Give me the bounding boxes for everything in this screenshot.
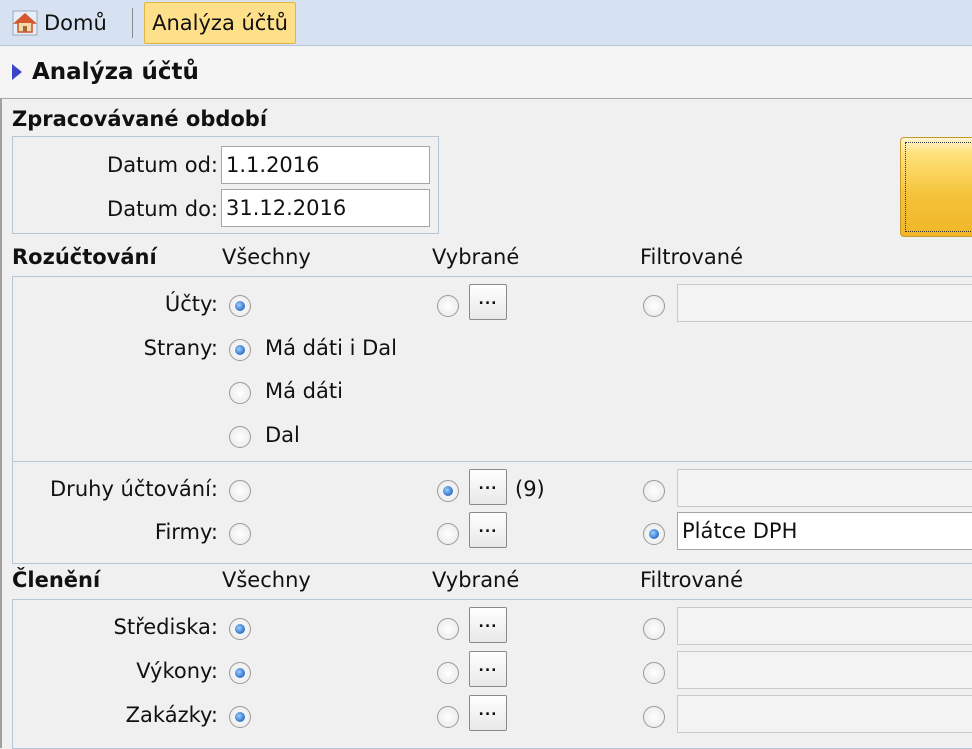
allocation-section-title: Rozúčtování bbox=[12, 245, 157, 269]
date-to-label: Datum do: bbox=[107, 197, 218, 221]
outputs-selected-radio[interactable] bbox=[437, 662, 459, 684]
companies-filter-value: Plátce DPH bbox=[682, 519, 798, 543]
companies-selected-radio[interactable] bbox=[437, 523, 459, 545]
date-from-label: Datum od: bbox=[107, 153, 218, 177]
tab-account-analysis-label: Analýza účtů bbox=[152, 11, 288, 35]
accounts-selected-radio[interactable] bbox=[437, 295, 459, 317]
date-to-input[interactable]: 31.12.2016 bbox=[221, 189, 430, 227]
companies-filter-input[interactable]: Plátce DPH bbox=[677, 512, 972, 550]
orders-all-radio[interactable] bbox=[229, 706, 251, 728]
companies-label: Firmy: bbox=[154, 520, 218, 544]
accounts-filter-input[interactable] bbox=[677, 284, 972, 322]
centers-filter-input[interactable] bbox=[677, 607, 972, 645]
orders-filtered-radio[interactable] bbox=[643, 706, 665, 728]
side-debit-radio[interactable] bbox=[229, 382, 251, 404]
tab-separator bbox=[132, 8, 133, 38]
breakdown-col-filtered: Filtrované bbox=[640, 568, 744, 592]
posting-types-label: Druhy účtování: bbox=[50, 477, 218, 501]
orders-filter-input[interactable] bbox=[677, 695, 972, 733]
side-both-label: Má dáti i Dal bbox=[265, 336, 397, 360]
tab-bar: Domů Analýza účtů bbox=[0, 0, 972, 46]
orders-label: Zakázky: bbox=[125, 703, 218, 727]
centers-select-button[interactable]: ... bbox=[469, 607, 507, 643]
outputs-all-radio[interactable] bbox=[229, 662, 251, 684]
posting-types-filter-input[interactable] bbox=[677, 469, 972, 507]
orders-select-button[interactable]: ... bbox=[469, 695, 507, 731]
arrow-right-icon bbox=[12, 64, 22, 80]
posting-types-filtered-radio[interactable] bbox=[643, 480, 665, 502]
posting-types-all-radio[interactable] bbox=[229, 480, 251, 502]
centers-selected-radio[interactable] bbox=[437, 618, 459, 640]
period-section-title: Zpracovávané období bbox=[12, 107, 268, 131]
run-analysis-button[interactable] bbox=[900, 137, 972, 237]
posting-types-select-button[interactable]: ... bbox=[469, 469, 507, 505]
companies-select-button[interactable]: ... bbox=[469, 512, 507, 548]
centers-label: Střediska: bbox=[113, 615, 219, 639]
accounts-filtered-radio[interactable] bbox=[643, 295, 665, 317]
side-credit-radio[interactable] bbox=[229, 426, 251, 448]
tab-home-label: Domů bbox=[44, 11, 107, 35]
date-from-value: 1.1.2016 bbox=[226, 153, 320, 177]
side-both-radio[interactable] bbox=[229, 339, 251, 361]
sides-label: Strany: bbox=[143, 336, 218, 360]
breakdown-col-selected: Vybrané bbox=[432, 568, 520, 592]
outputs-filtered-radio[interactable] bbox=[643, 662, 665, 684]
page-title: Analýza účtů bbox=[32, 59, 199, 85]
breakdown-col-all: Všechny bbox=[222, 568, 311, 592]
date-to-value: 31.12.2016 bbox=[226, 196, 347, 220]
side-credit-label: Dal bbox=[265, 423, 300, 447]
home-icon bbox=[12, 10, 38, 36]
breakdown-section-title: Členění bbox=[12, 568, 101, 592]
centers-filtered-radio[interactable] bbox=[643, 618, 665, 640]
main-panel: Zpracovávané období Datum od: 1.1.2016 D… bbox=[0, 98, 972, 749]
outputs-select-button[interactable]: ... bbox=[469, 651, 507, 687]
tab-home[interactable]: Domů bbox=[6, 4, 113, 42]
accounts-label: Účty: bbox=[164, 292, 218, 316]
tab-account-analysis[interactable]: Analýza účtů bbox=[144, 2, 296, 44]
allocation-divider bbox=[12, 461, 972, 462]
companies-all-radio[interactable] bbox=[229, 523, 251, 545]
outputs-label: Výkony: bbox=[136, 659, 218, 683]
orders-selected-radio[interactable] bbox=[437, 706, 459, 728]
side-debit-label: Má dáti bbox=[265, 379, 343, 403]
outputs-filter-input[interactable] bbox=[677, 651, 972, 689]
page-header: Analýza účtů bbox=[0, 47, 972, 97]
allocation-col-selected: Vybrané bbox=[432, 245, 520, 269]
companies-filtered-radio[interactable] bbox=[643, 523, 665, 545]
posting-types-selected-radio[interactable] bbox=[437, 480, 459, 502]
centers-all-radio[interactable] bbox=[229, 618, 251, 640]
posting-types-count: (9) bbox=[515, 477, 545, 501]
date-from-input[interactable]: 1.1.2016 bbox=[221, 146, 430, 184]
allocation-col-all: Všechny bbox=[222, 245, 311, 269]
accounts-all-radio[interactable] bbox=[229, 295, 251, 317]
allocation-col-filtered: Filtrované bbox=[640, 245, 744, 269]
accounts-select-button[interactable]: ... bbox=[469, 284, 507, 320]
